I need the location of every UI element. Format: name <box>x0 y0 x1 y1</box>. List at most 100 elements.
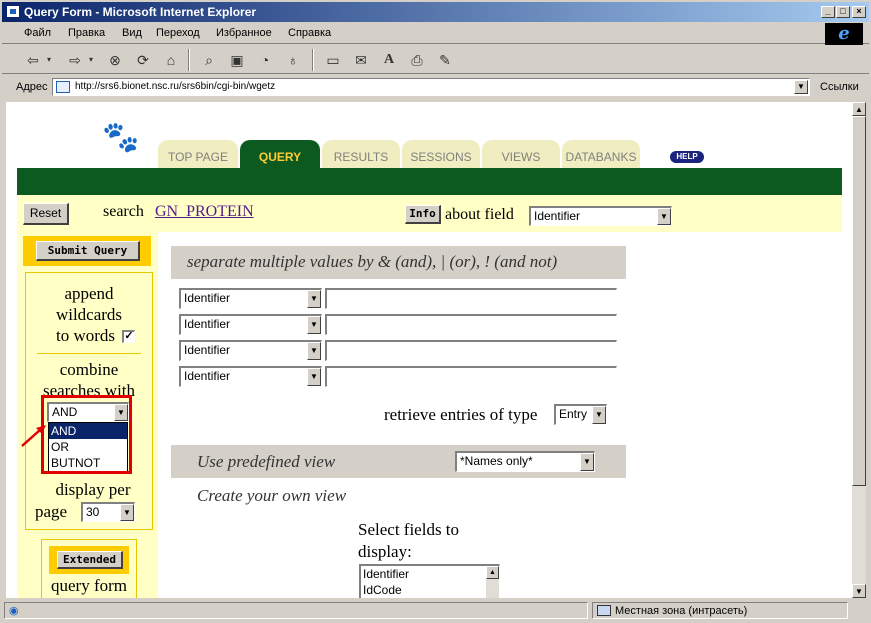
edit-icon[interactable]: ✎ <box>434 50 456 70</box>
page-size-value: 30 <box>86 505 100 519</box>
chevron-down-icon[interactable]: ▼ <box>307 342 321 360</box>
security-zone-label: Местная зона (интрасеть) <box>615 605 748 617</box>
chevron-up-icon[interactable]: ▲ <box>486 566 499 579</box>
library-link[interactable]: GN_PROTEIN <box>155 203 254 221</box>
query-value-input-1[interactable] <box>325 288 617 309</box>
scroll-up-icon[interactable]: ▲ <box>852 102 866 116</box>
chevron-down-icon[interactable]: ▼ <box>580 453 594 471</box>
forward-icon[interactable]: ⇨ <box>64 50 86 70</box>
red-arrow-icon <box>21 425 46 447</box>
menu-edit[interactable]: Правка <box>68 27 105 39</box>
extended-button[interactable]: Extended <box>57 551 123 569</box>
page-size-select[interactable]: 30 ▼ <box>81 502 135 522</box>
tab-results[interactable]: RESULTS <box>322 140 400 168</box>
query-field-select-4[interactable]: Identifier ▼ <box>179 366 322 387</box>
submit-query-button[interactable]: Submit Query <box>36 241 140 261</box>
chevron-down-icon[interactable]: ▼ <box>307 316 321 334</box>
toolbar: ⇦ ▾ ⇨ ▾ ⊗ ⟳ ⌂ ⌕ ▣ ◔ ♁ ▭ ✉ A ⎙ ✎ <box>2 46 869 74</box>
query-value-input-2[interactable] <box>325 314 617 335</box>
menu-go[interactable]: Переход <box>156 27 200 39</box>
search-header: Reset search GN_PROTEIN Info about field… <box>17 195 842 232</box>
menu-favorites[interactable]: Избранное <box>216 27 272 39</box>
back-icon[interactable]: ⇦ <box>22 50 44 70</box>
combine-label-line1: combine <box>59 360 119 379</box>
back-dropdown-icon[interactable]: ▾ <box>44 50 54 70</box>
page-scrollbar[interactable]: ▲ ▼ <box>852 102 866 598</box>
chevron-down-icon[interactable]: ▼ <box>307 368 321 386</box>
address-bar: Адрес http://srs6.bionet.nsc.ru/srs6bin/… <box>2 76 869 98</box>
forward-dropdown-icon[interactable]: ▾ <box>86 50 96 70</box>
about-field-label: about field <box>445 206 514 223</box>
predefined-view-label: Use predefined view <box>197 452 336 471</box>
list-item[interactable]: Identifier <box>361 566 499 582</box>
toolbar-separator <box>188 49 190 71</box>
stop-icon[interactable]: ⊗ <box>104 50 126 70</box>
print-icon[interactable]: ⎙ <box>406 50 428 70</box>
query-field-value: Identifier <box>184 291 231 305</box>
minimize-button[interactable]: _ <box>821 6 835 18</box>
wildcards-label-line1: append <box>64 284 114 303</box>
wildcards-checkbox[interactable]: ✓ <box>122 330 135 343</box>
display-per-label: display per <box>55 480 131 499</box>
tab-top-page[interactable]: TOP PAGE <box>158 140 238 168</box>
security-zone: Местная зона (интрасеть) <box>592 602 848 619</box>
own-view-label: Create your own view <box>197 486 347 505</box>
close-button[interactable]: × <box>852 6 866 18</box>
query-field-value: Identifier <box>184 369 231 383</box>
menu-help[interactable]: Справка <box>288 27 331 39</box>
query-hint-bar: separate multiple values by & (and), | (… <box>171 246 626 279</box>
ie-window-icon <box>6 5 20 18</box>
query-field-value: Identifier <box>184 317 231 331</box>
chevron-down-icon[interactable]: ▼ <box>657 208 671 225</box>
query-value-input-4[interactable] <box>325 366 617 387</box>
help-button[interactable]: HELP <box>670 151 704 163</box>
menu-view[interactable]: Вид <box>122 27 142 39</box>
tab-databanks[interactable]: DATABANKS <box>562 140 640 168</box>
select-fields-label-line2: display: <box>358 542 412 561</box>
chevron-down-icon[interactable]: ▼ <box>120 504 134 521</box>
tab-sessions[interactable]: SESSIONS <box>402 140 480 168</box>
about-field-select[interactable]: Identifier ▼ <box>529 206 672 226</box>
links-button[interactable]: Ссылки <box>820 81 859 93</box>
home-icon[interactable]: ⌂ <box>160 50 182 70</box>
retrieve-type-value: Entry <box>559 407 588 421</box>
about-field-value: Identifier <box>534 209 581 223</box>
reset-button[interactable]: Reset <box>23 203 69 225</box>
fields-listbox[interactable]: Identifier IdCode ▲ <box>359 564 500 598</box>
chevron-down-icon[interactable]: ▼ <box>307 290 321 308</box>
mail-icon[interactable]: ✉ <box>350 50 372 70</box>
list-item[interactable]: IdCode <box>361 582 499 598</box>
retrieve-label: retrieve entries of type <box>384 405 538 424</box>
fullscreen-icon[interactable]: ▭ <box>322 50 344 70</box>
chevron-down-icon[interactable]: ▼ <box>592 406 606 424</box>
maximize-button[interactable]: □ <box>836 6 850 18</box>
scroll-thumb[interactable] <box>852 116 866 486</box>
channels-icon[interactable]: ♁ <box>282 50 304 70</box>
address-field[interactable]: http://srs6.bionet.nsc.ru/srs6bin/cgi-bi… <box>52 78 810 96</box>
status-bar: ◉ Местная зона (интрасеть) <box>2 600 869 621</box>
query-value-input-3[interactable] <box>325 340 617 361</box>
query-field-select-2[interactable]: Identifier ▼ <box>179 314 322 335</box>
listbox-scrollbar[interactable]: ▲ <box>486 566 499 598</box>
info-button[interactable]: Info <box>405 205 441 224</box>
srs-paw-logo: 🐾 <box>102 121 140 154</box>
chevron-down-icon[interactable]: ▼ <box>794 80 808 94</box>
search-icon[interactable]: ⌕ <box>198 50 220 70</box>
page-icon <box>56 81 70 93</box>
scroll-down-icon[interactable]: ▼ <box>852 584 866 598</box>
extended-highlight: Extended <box>49 546 129 574</box>
predefined-view-select[interactable]: *Names only* ▼ <box>455 451 595 472</box>
tab-views[interactable]: VIEWS <box>482 140 560 168</box>
retrieve-type-select[interactable]: Entry ▼ <box>554 404 607 425</box>
history-icon[interactable]: ◔ <box>254 50 276 70</box>
menu-file[interactable]: Файл <box>24 27 51 39</box>
query-hint: separate multiple values by & (and), | (… <box>187 252 558 271</box>
search-label: search <box>103 203 144 220</box>
query-field-select-1[interactable]: Identifier ▼ <box>179 288 322 309</box>
font-icon[interactable]: A <box>378 50 400 70</box>
refresh-icon[interactable]: ⟳ <box>132 50 154 70</box>
tab-query[interactable]: QUERY <box>240 140 320 168</box>
query-field-select-3[interactable]: Identifier ▼ <box>179 340 322 361</box>
predefined-view-value: *Names only* <box>460 454 533 468</box>
favorites-icon[interactable]: ▣ <box>226 50 248 70</box>
